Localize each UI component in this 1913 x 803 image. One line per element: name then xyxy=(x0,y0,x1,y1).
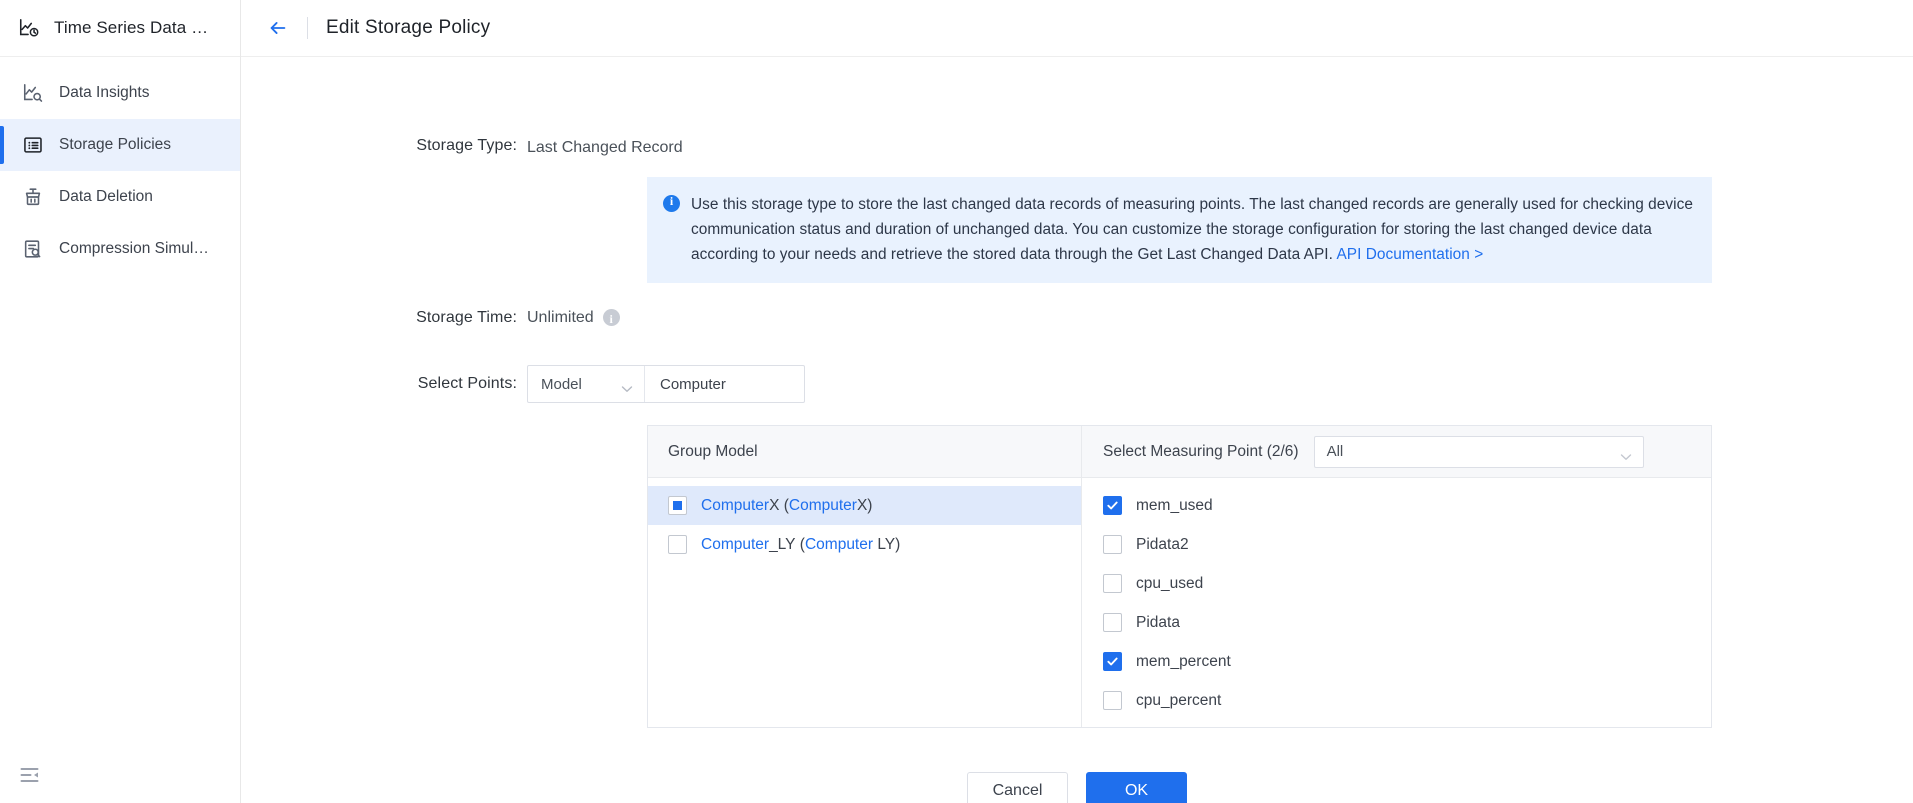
main-area: Edit Storage Policy Storage Type: Last C… xyxy=(241,0,1913,803)
group-paren-suffix-1: X xyxy=(856,496,868,514)
point-checkbox[interactable] xyxy=(1103,496,1122,515)
points-picker-panel: Group Model Select Measuring Point (2/6)… xyxy=(647,425,1712,728)
measuring-point-label: Pidata xyxy=(1136,613,1180,631)
compression-simulation-icon xyxy=(22,238,44,260)
group-model-row-computer-ly[interactable]: Computer_LY (Computer LY) xyxy=(648,525,1081,564)
measuring-point-label: mem_used xyxy=(1136,496,1213,514)
storage-time-label: Storage Time: xyxy=(416,309,517,326)
info-banner-body: Use this storage type to store the last … xyxy=(691,196,1693,263)
sidebar-item-label: Data Insights xyxy=(59,84,150,101)
measuring-point-row[interactable]: Pidata2 xyxy=(1103,525,1711,564)
measuring-point-filter-value: All xyxy=(1326,443,1344,460)
group-model-label: Computer_LY (Computer LY) xyxy=(701,535,901,553)
chevron-down-icon xyxy=(1620,448,1632,460)
chevron-down-icon xyxy=(621,380,633,392)
group-checkbox-unchecked[interactable] xyxy=(668,535,687,554)
measuring-point-label: mem_percent xyxy=(1136,652,1231,670)
group-match-1: Computer xyxy=(701,496,770,514)
sidebar-item-label: Compression Simul… xyxy=(59,240,209,257)
sidebar-item-compression-simulation[interactable]: Compression Simul… xyxy=(0,223,240,275)
back-arrow-icon[interactable] xyxy=(267,17,289,39)
group-model-row-computerx[interactable]: ComputerX (ComputerX) xyxy=(648,486,1081,525)
scope-select-value: Model xyxy=(541,375,582,393)
point-checkbox[interactable] xyxy=(1103,613,1122,632)
measuring-point-label: cpu_used xyxy=(1136,574,1204,592)
row-storage-type: Storage Type: Last Changed Record xyxy=(241,137,1913,159)
group-model-label: ComputerX (ComputerX) xyxy=(701,496,873,514)
sidebar-brand: Time Series Data … xyxy=(0,0,240,57)
measuring-point-row[interactable]: cpu_used xyxy=(1103,564,1711,603)
group-paren-match-1: Computer xyxy=(788,496,857,514)
storage-time-value: Unlimited xyxy=(527,309,594,326)
picker-header: Group Model Select Measuring Point (2/6)… xyxy=(648,426,1711,478)
group-suffix-1: X xyxy=(769,496,780,514)
select-points-label: Select Points: xyxy=(417,375,517,392)
group-checkbox-indeterminate[interactable] xyxy=(668,496,687,515)
content-area: Storage Type: Last Changed Record Use th… xyxy=(241,57,1913,803)
point-checkbox[interactable] xyxy=(1103,535,1122,554)
measuring-point-header: Select Measuring Point (2/6) xyxy=(1103,442,1299,460)
page-title: Edit Storage Policy xyxy=(326,17,491,38)
select-points-search-group: Model xyxy=(527,365,805,403)
api-documentation-link[interactable]: API Documentation > xyxy=(1336,246,1483,263)
storage-type-label: Storage Type: xyxy=(416,137,517,154)
storage-policies-icon xyxy=(22,134,44,156)
data-deletion-icon xyxy=(22,186,44,208)
info-tooltip-icon[interactable] xyxy=(602,308,620,330)
info-circle-icon xyxy=(663,194,680,212)
info-banner: Use this storage type to store the last … xyxy=(647,177,1712,283)
storage-type-value: Last Changed Record xyxy=(527,139,683,156)
sidebar-item-data-insights[interactable]: Data Insights xyxy=(0,67,240,119)
search-input[interactable] xyxy=(658,374,804,394)
sidebar: Time Series Data … Data Insights Storage… xyxy=(0,0,241,803)
scope-select[interactable]: Model xyxy=(528,366,645,402)
topbar-divider xyxy=(307,17,308,39)
search-field xyxy=(645,366,804,402)
timeseries-chart-icon xyxy=(18,17,40,39)
group-model-header: Group Model xyxy=(648,426,1082,477)
group-model-list: ComputerX (ComputerX) Computer_LY (Compu… xyxy=(648,478,1082,727)
row-storage-time: Storage Time: Unlimited xyxy=(241,307,1913,330)
measuring-point-row[interactable]: Pidata xyxy=(1103,603,1711,642)
sidebar-nav: Data Insights Storage Policies Data Dele… xyxy=(0,57,240,275)
group-match-2: Computer xyxy=(701,535,770,553)
group-suffix-2: _LY xyxy=(769,535,796,553)
info-banner-text: Use this storage type to store the last … xyxy=(691,192,1694,267)
row-select-points: Select Points: Model xyxy=(241,365,1913,403)
measuring-point-row[interactable]: mem_percent xyxy=(1103,642,1711,681)
point-checkbox[interactable] xyxy=(1103,574,1122,593)
measuring-point-row[interactable]: cpu_percent xyxy=(1103,681,1711,720)
collapse-sidebar-icon[interactable] xyxy=(18,763,42,787)
sidebar-item-storage-policies[interactable]: Storage Policies xyxy=(0,119,240,171)
measuring-point-filter-select[interactable]: All xyxy=(1313,435,1644,468)
measuring-point-label: Pidata2 xyxy=(1136,535,1189,553)
picker-body: ComputerX (ComputerX) Computer_LY (Compu… xyxy=(648,478,1711,727)
point-checkbox[interactable] xyxy=(1103,652,1122,671)
measuring-point-header-area: Select Measuring Point (2/6) All xyxy=(1082,435,1711,468)
sidebar-item-data-deletion[interactable]: Data Deletion xyxy=(0,171,240,223)
point-checkbox[interactable] xyxy=(1103,691,1122,710)
cancel-button[interactable]: Cancel xyxy=(967,772,1068,803)
footer-actions: Cancel OK xyxy=(241,772,1913,803)
sidebar-item-label: Storage Policies xyxy=(59,136,172,153)
sidebar-item-label: Data Deletion xyxy=(59,188,153,205)
data-insights-icon xyxy=(22,82,44,104)
measuring-point-row[interactable]: mem_used xyxy=(1103,486,1711,525)
app-root: Time Series Data … Data Insights Storage… xyxy=(0,0,1913,803)
row-infobox: Use this storage type to store the last … xyxy=(241,177,1913,283)
group-paren-match-2: Computer xyxy=(804,535,874,553)
measuring-point-list: mem_used Pidata2 cpu_used Pidata mem_per… xyxy=(1082,478,1711,727)
measuring-point-label: cpu_percent xyxy=(1136,691,1222,709)
topbar: Edit Storage Policy xyxy=(241,0,1913,57)
ok-button[interactable]: OK xyxy=(1086,772,1187,803)
storage-time-value-wrap: Unlimited xyxy=(527,307,620,330)
group-paren-suffix-2: LY xyxy=(873,535,896,553)
sidebar-brand-title: Time Series Data … xyxy=(54,18,209,37)
